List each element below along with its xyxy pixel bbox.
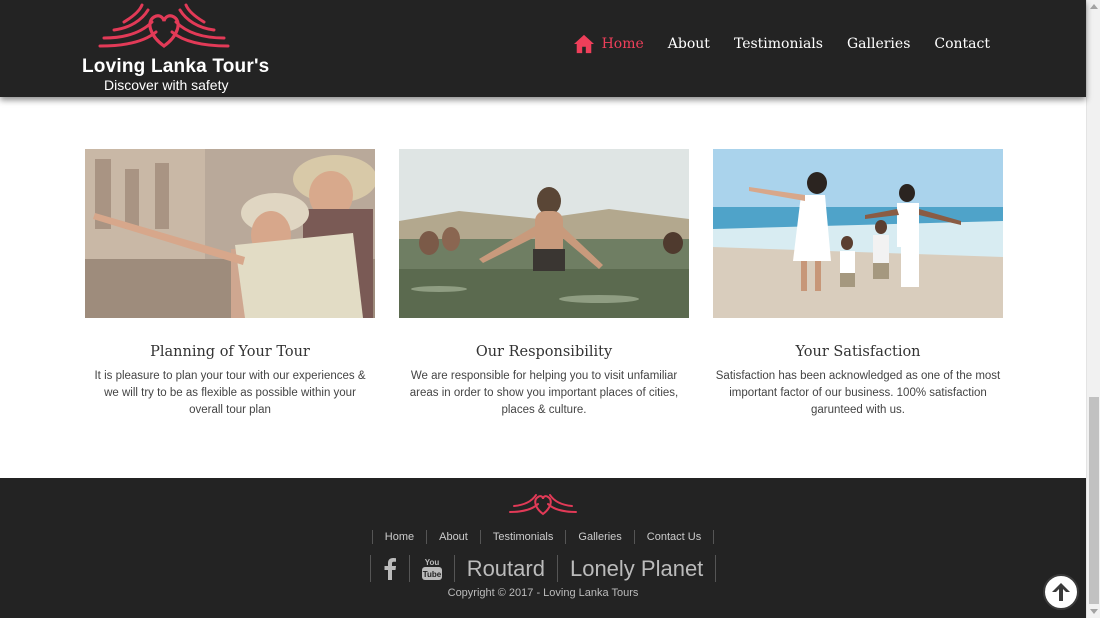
copyright-text: Copyright © 2017 - Loving Lanka Tours <box>447 587 639 599</box>
facebook-link[interactable] <box>369 555 409 582</box>
nav-item-label: Home <box>601 36 644 52</box>
family-on-beach-photo <box>713 149 1003 318</box>
hands-heart-logo-icon <box>509 494 577 516</box>
footer-link-testimonials[interactable]: Testimonials <box>479 530 566 544</box>
footer-links: Home About Testimonials Galleries Contac… <box>0 530 1086 544</box>
footer-link-contact-us[interactable]: Contact Us <box>633 530 715 544</box>
svg-text:Tube: Tube <box>422 570 441 579</box>
footer-link-home[interactable]: Home <box>371 530 426 544</box>
brand-name: Loving Lanka Tour's <box>82 56 270 77</box>
scroll-to-top-button[interactable] <box>1043 574 1079 610</box>
feature-text: We are responsible for helping you to vi… <box>409 370 679 416</box>
arrow-up-circle-icon <box>1052 583 1070 601</box>
svg-text:You: You <box>424 558 439 567</box>
nav-item-testimonials[interactable]: Testimonials <box>734 36 823 52</box>
scrollbar-thumb[interactable] <box>1089 397 1099 604</box>
feature-card-satisfaction: Your Satisfaction Satisfaction has been … <box>713 149 1003 419</box>
feature-text: It is pleasure to plan your tour with ou… <box>94 370 366 416</box>
nav-item-about[interactable]: About <box>668 36 710 52</box>
nav-item-contact[interactable]: Contact <box>934 36 990 52</box>
nav-item-label: Galleries <box>846 36 911 52</box>
site-header: Loving Lanka Tour's Discover with safety… <box>0 0 1086 97</box>
feature-title: Our Responsibility <box>475 344 613 360</box>
couple-with-map-photo <box>85 149 375 318</box>
footer-link-about[interactable]: About <box>426 530 480 544</box>
scroll-down-arrow-icon[interactable] <box>1090 609 1098 614</box>
page-scrollbar[interactable] <box>1086 0 1100 618</box>
nav-item-label: About <box>667 36 710 52</box>
feature-title: Planning of Your Tour <box>150 344 310 360</box>
site-footer: Home About Testimonials Galleries Contac… <box>0 478 1086 618</box>
lonely-planet-link[interactable]: Lonely Planet <box>556 555 717 582</box>
main-nav: Home About Testimonials Galleries Contac… <box>549 34 990 54</box>
home-icon <box>573 34 594 54</box>
youtube-link[interactable]: You Tube <box>408 555 454 582</box>
nav-item-galleries[interactable]: Galleries <box>847 36 910 52</box>
feature-card-planning: Planning of Your Tour It is pleasure to … <box>85 149 375 419</box>
nav-item-home[interactable]: Home <box>573 34 644 54</box>
hands-heart-logo-icon <box>98 3 230 48</box>
youtube-icon: You Tube <box>421 558 442 580</box>
facebook-icon <box>384 557 396 580</box>
footer-link-galleries[interactable]: Galleries <box>565 530 633 544</box>
footer-social-links: You Tube Routard Lonely Planet <box>0 555 1086 582</box>
nav-item-label: Contact <box>934 36 990 52</box>
scroll-up-arrow-icon[interactable] <box>1090 4 1098 9</box>
brand-logo[interactable]: Loving Lanka Tour's Discover with safety <box>80 2 270 94</box>
routard-link[interactable]: Routard <box>453 555 557 582</box>
lonely-planet-label: Lonely Planet <box>569 555 704 581</box>
feature-card-responsibility: Our Responsibility We are responsible fo… <box>399 149 689 419</box>
feature-text: Satisfaction has been acknowledged as on… <box>715 370 1001 416</box>
brand-tagline: Discover with safety <box>104 77 229 93</box>
routard-label: Routard <box>466 555 545 581</box>
nav-item-label: Testimonials <box>733 36 823 52</box>
feature-title: Your Satisfaction <box>795 344 921 360</box>
woman-in-water-photo <box>399 149 689 318</box>
